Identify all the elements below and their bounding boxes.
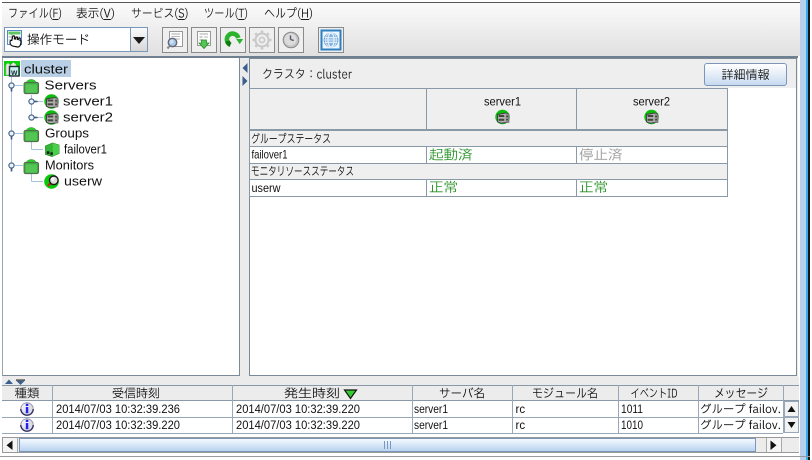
svg-text:rc: rc xyxy=(516,404,526,416)
svg-text:2014/07/03 10:32:39.220: 2014/07/03 10:32:39.220 xyxy=(236,420,360,432)
svg-text:userw: userw xyxy=(252,181,281,195)
svg-text:1010: 1010 xyxy=(621,420,643,432)
svg-text:cluster: cluster xyxy=(24,62,69,77)
svg-text:Groups: Groups xyxy=(45,126,90,141)
svg-text:2014/07/03 10:32:39.236: 2014/07/03 10:32:39.236 xyxy=(56,404,180,416)
svg-text:rc: rc xyxy=(516,420,526,432)
svg-text:Servers: Servers xyxy=(45,78,98,93)
svg-text:2014/07/03 10:32:39.220: 2014/07/03 10:32:39.220 xyxy=(56,420,180,432)
svg-text:server2: server2 xyxy=(63,110,113,125)
svg-text:2014/07/03 10:32:39.220: 2014/07/03 10:32:39.220 xyxy=(236,404,360,416)
svg-text:failover1: failover1 xyxy=(252,148,288,162)
svg-text:w: w xyxy=(10,68,18,77)
svg-text:1011: 1011 xyxy=(621,404,643,416)
svg-text:server1: server1 xyxy=(63,94,113,109)
svg-text:server1: server1 xyxy=(484,95,521,109)
svg-text:server2: server2 xyxy=(633,95,670,109)
svg-text:server1: server1 xyxy=(414,404,448,416)
svg-text:failover1: failover1 xyxy=(64,142,107,157)
svg-text:server1: server1 xyxy=(414,420,448,432)
svg-text:userw: userw xyxy=(64,174,103,189)
svg-text:Monitors: Monitors xyxy=(45,158,94,173)
